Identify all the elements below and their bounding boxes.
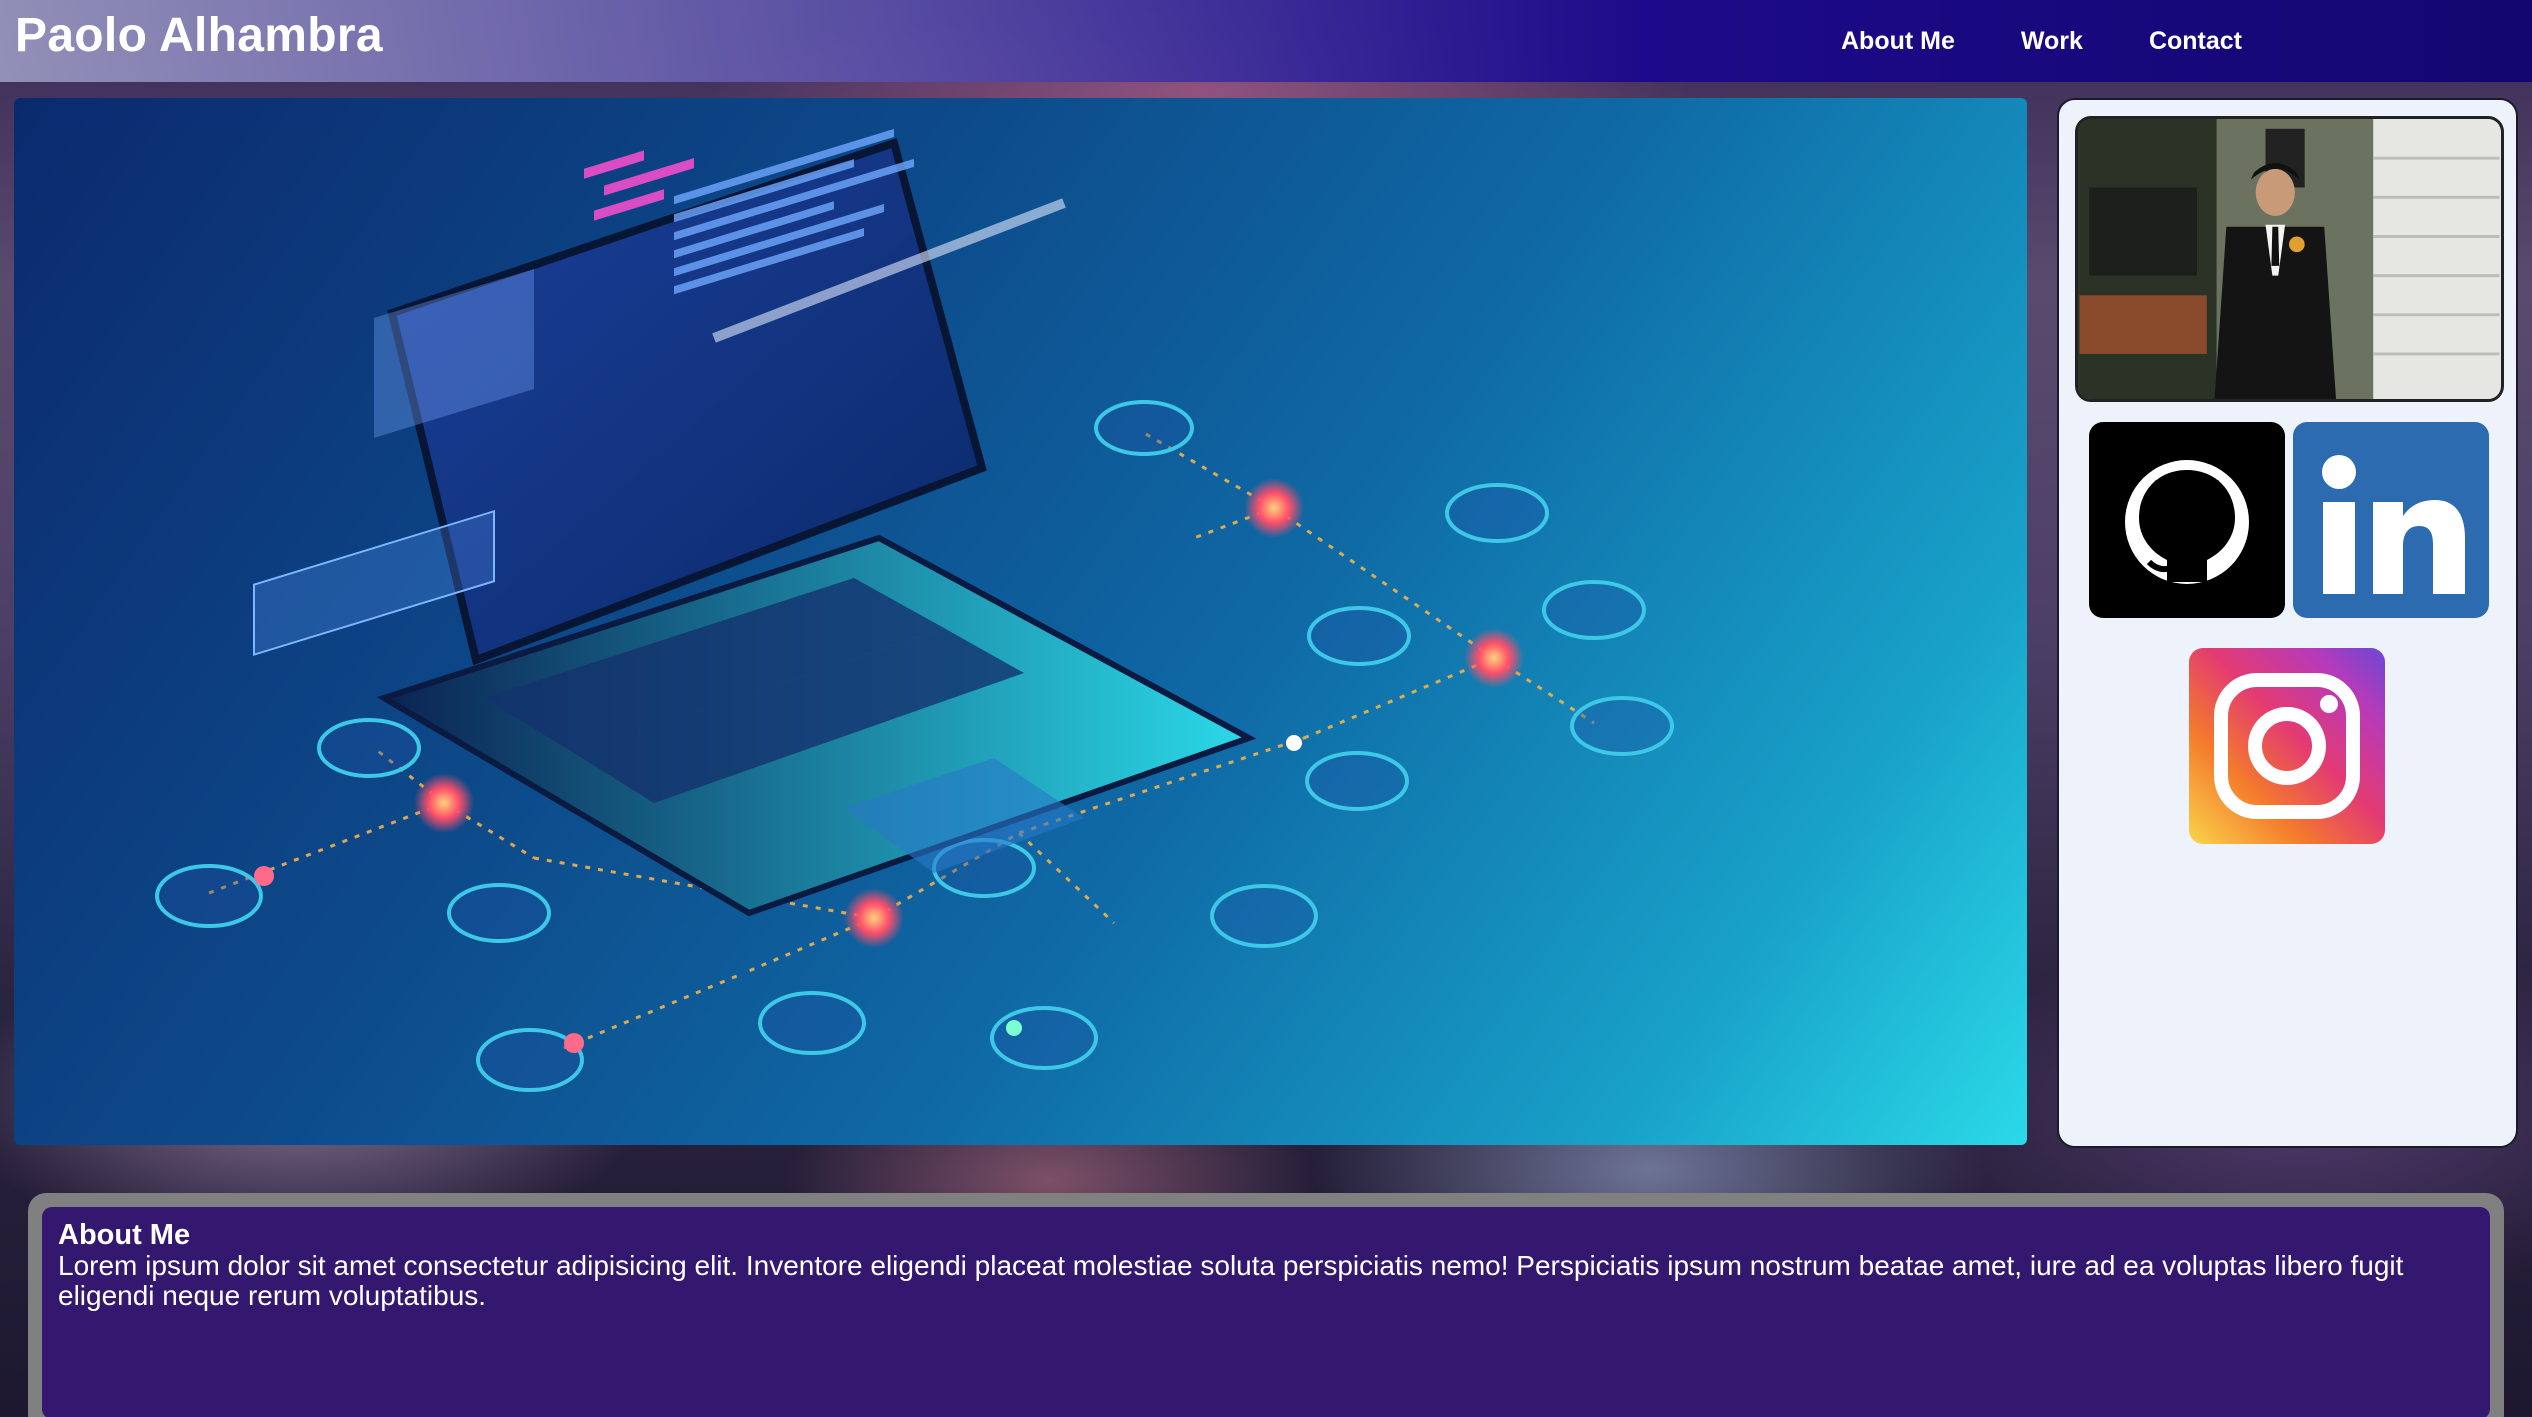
nav-links: About Me Work Contact — [1841, 0, 2242, 82]
nav-about-me-link[interactable]: About Me — [1841, 27, 1955, 56]
nav-work-link[interactable]: Work — [2021, 27, 2083, 56]
linkedin-link[interactable] — [2293, 422, 2489, 618]
about-me-title: About Me — [58, 1219, 191, 1251]
nav-contact-link[interactable]: Contact — [2149, 27, 2242, 56]
profile-photo — [2075, 116, 2504, 402]
about-me-section: About Me Lorem ipsum dolor sit amet cons… — [28, 1193, 2504, 1417]
about-me-text: Lorem ipsum dolor sit amet consectetur a… — [58, 1250, 2404, 1311]
linkedin-icon — [2322, 455, 2465, 594]
about-me-card: About Me Lorem ipsum dolor sit amet cons… — [42, 1207, 2490, 1417]
hero-image — [14, 98, 2027, 1145]
github-icon — [2125, 460, 2249, 584]
instagram-icon — [2214, 673, 2360, 819]
navbar: Paolo Alhambra About Me Work Contact — [0, 0, 2532, 82]
github-link[interactable] — [2089, 422, 2285, 618]
instagram-link[interactable] — [2189, 648, 2385, 844]
sidebar — [2057, 98, 2518, 1148]
site-title[interactable]: Paolo Alhambra — [15, 8, 383, 63]
